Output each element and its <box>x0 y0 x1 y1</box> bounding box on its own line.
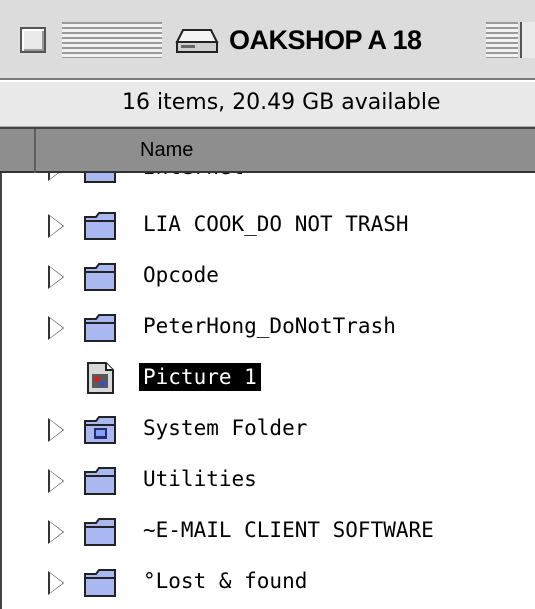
list-item-label: Internet <box>139 173 248 181</box>
folder-icon <box>84 569 116 597</box>
list-item[interactable]: Opcode <box>2 251 535 302</box>
folder-icon <box>84 314 116 342</box>
list-item[interactable]: °Lost & found <box>2 557 535 608</box>
column-divider <box>34 129 36 173</box>
picture-file-icon <box>87 362 114 394</box>
list-item[interactable]: LIA COOK_DO NOT TRASH <box>2 200 535 251</box>
title-bar[interactable]: OAKSHOP A 18 <box>0 0 535 80</box>
list-item[interactable]: Utilities <box>2 455 535 506</box>
column-header[interactable]: Name <box>0 127 535 173</box>
title-area: OAKSHOP A 18 <box>165 14 483 66</box>
folder-icon <box>84 518 116 546</box>
list-item-label: °Lost & found <box>143 569 308 593</box>
name-column-header[interactable]: Name <box>140 139 193 162</box>
close-box[interactable] <box>20 27 46 53</box>
folder-icon <box>84 212 116 240</box>
title-stripes-right <box>486 22 518 58</box>
list-item[interactable]: System Folder <box>2 404 535 455</box>
list-item-label: Utilities <box>143 467 257 491</box>
list-item-label: System Folder <box>143 416 308 440</box>
info-bar: 16 items, 20.49 GB available <box>0 80 535 127</box>
hard-disk-icon <box>175 29 219 53</box>
list-item[interactable]: Internet <box>2 173 535 194</box>
title-stripes-left <box>62 22 162 58</box>
list-item-label: ~E-MAIL CLIENT SOFTWARE <box>143 518 434 542</box>
file-list[interactable]: Internet LIA COOK_DO NOT TRASH Opcode Pe… <box>0 173 535 609</box>
zoom-box[interactable] <box>520 22 535 58</box>
window-title: OAKSHOP A 18 <box>229 24 422 55</box>
folder-icon <box>84 467 116 495</box>
list-item[interactable]: PeterHong_DoNotTrash <box>2 302 535 353</box>
list-item[interactable]: Picture 1 <box>2 353 535 404</box>
list-item[interactable]: ~E-MAIL CLIENT SOFTWARE <box>2 506 535 557</box>
folder-icon <box>84 173 116 183</box>
list-item-label: LIA COOK_DO NOT TRASH <box>143 212 409 236</box>
list-item-label: Opcode <box>143 263 219 287</box>
system-folder-icon <box>84 416 116 444</box>
list-item-label: PeterHong_DoNotTrash <box>143 314 396 338</box>
items-available-text: 16 items, 20.49 GB available <box>122 90 441 115</box>
folder-icon <box>84 263 116 291</box>
list-item-label: Picture 1 <box>139 363 261 391</box>
